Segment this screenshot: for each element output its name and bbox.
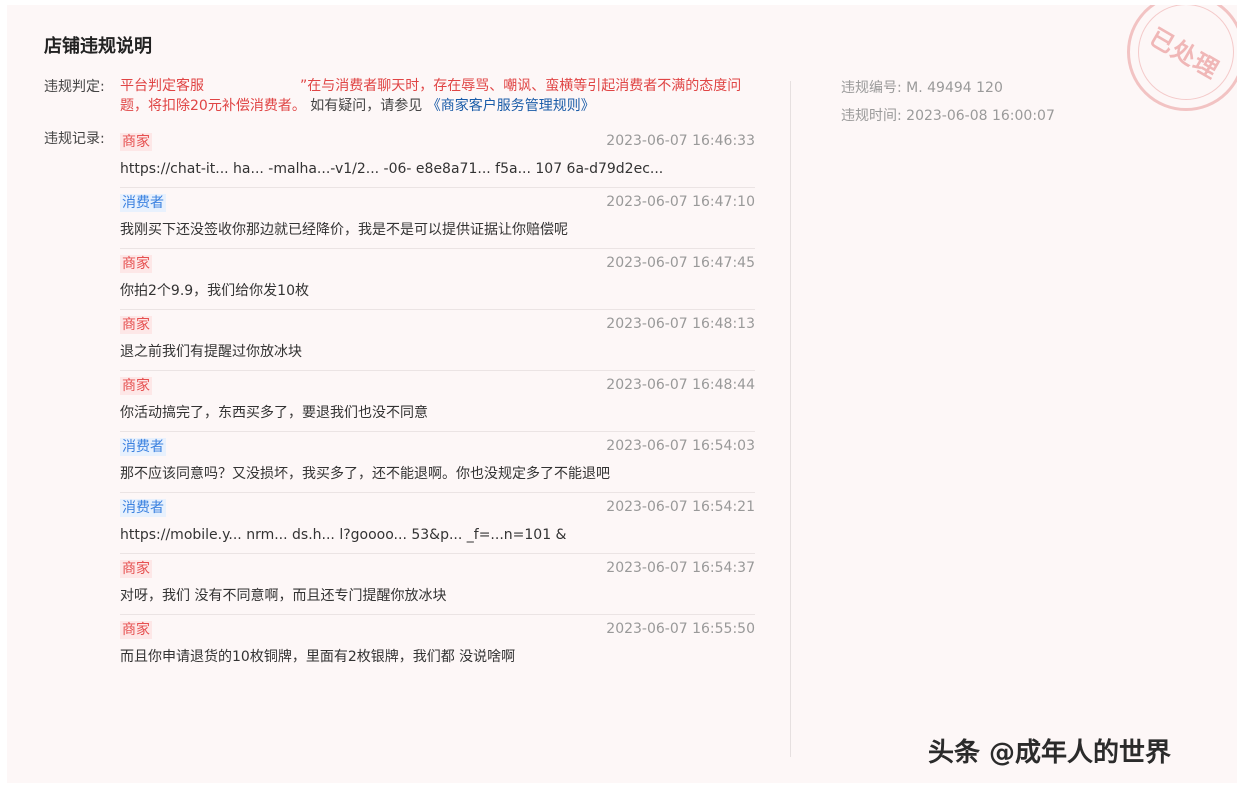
violation-id-label: 违规编号: xyxy=(841,80,902,96)
record-message[interactable]: https://mobile.y... nrm... ds.h... l?goo… xyxy=(120,525,755,545)
chat-record: 消费者 2023-06-07 16:54:03 那不应该同意吗？又没损坏，我买多… xyxy=(120,432,755,493)
source-watermark: 头条 @成年人的世界 xyxy=(928,738,1172,768)
role-badge-consumer: 消费者 xyxy=(120,438,166,456)
chat-record: 商家 2023-06-07 16:47:45 你拍2个9.9，我们给你发10枚 xyxy=(120,249,755,310)
record-message: 我刚买下还没签收你那边就已经降价，我是不是可以提供证据让你赔偿呢 xyxy=(120,222,568,238)
record-time: 2023-06-07 16:54:21 xyxy=(606,499,755,515)
role-badge-merchant: 商家 xyxy=(120,133,152,151)
page-title: 店铺违规说明 xyxy=(44,36,152,57)
verdict-red-text-1: 平台判定客服 xyxy=(120,78,204,94)
role-badge-consumer: 消费者 xyxy=(120,499,166,517)
processed-stamp: 已处理 xyxy=(1127,5,1237,111)
violation-time-label: 违规时间: xyxy=(841,108,902,124)
record-message: 退之前我们有提醒过你放冰块 xyxy=(120,344,302,360)
violation-id-value: M. 49494 120 xyxy=(906,80,1003,96)
chat-record: 商家 2023-06-07 16:54:37 对呀，我们 没有不同意啊，而且还专… xyxy=(120,554,755,615)
stamp-text: 已处理 xyxy=(1144,22,1224,85)
role-badge-merchant: 商家 xyxy=(120,316,152,334)
record-message: 那不应该同意吗？又没损坏，我买多了，还不能退啊。你也没规定多了不能退吧 xyxy=(120,466,610,482)
verdict-tail-text: 如有疑问，请参见 xyxy=(310,98,423,114)
violation-id: 违规编号: M. 49494 120 xyxy=(841,77,1003,97)
rule-link[interactable]: 《商家客户服务管理规则》 xyxy=(427,98,595,114)
chat-record: 商家 2023-06-07 16:48:13 退之前我们有提醒过你放冰块 xyxy=(120,310,755,371)
records-label: 违规记录: xyxy=(44,131,105,147)
role-badge-merchant: 商家 xyxy=(120,560,152,578)
record-time: 2023-06-07 16:46:33 xyxy=(606,133,755,149)
record-time: 2023-06-07 16:48:44 xyxy=(606,377,755,393)
chat-record: 消费者 2023-06-07 16:54:21 https://mobile.y… xyxy=(120,493,755,554)
role-badge-merchant: 商家 xyxy=(120,621,152,639)
column-divider xyxy=(790,81,791,757)
record-message: 对呀，我们 没有不同意啊，而且还专门提醒你放冰块 xyxy=(120,588,447,604)
chat-record: 消费者 2023-06-07 16:47:10 我刚买下还没签收你那边就已经降价… xyxy=(120,188,755,249)
chat-record: 商家 2023-06-07 16:48:44 你活动搞完了，东西买多了，要退我们… xyxy=(120,371,755,432)
record-time: 2023-06-07 16:55:50 xyxy=(606,621,755,637)
role-badge-merchant: 商家 xyxy=(120,377,152,395)
record-message[interactable]: https://chat-it... ha... -malha...-v1/2.… xyxy=(120,159,755,179)
record-time: 2023-06-07 16:48:13 xyxy=(606,316,755,332)
record-time: 2023-06-07 16:54:37 xyxy=(606,560,755,576)
violation-panel: 店铺违规说明 已处理 违规判定: 平台判定客服 ”在与消费者聊天时，存在辱骂、嘲讽… xyxy=(7,5,1237,783)
verdict-text: 平台判定客服 ”在与消费者聊天时，存在辱骂、嘲讽、蛮横等引起消费者不满的态度问题，… xyxy=(120,76,768,116)
violation-time-value: 2023-06-08 16:00:07 xyxy=(906,108,1055,124)
record-message: 而且你申请退货的10枚铜牌，里面有2枚银牌，我们都 没说啥啊 xyxy=(120,649,516,665)
chat-record: 商家 2023-06-07 16:55:50 而且你申请退货的10枚铜牌，里面有… xyxy=(120,615,755,675)
record-time: 2023-06-07 16:47:45 xyxy=(606,255,755,271)
chat-records: 商家 2023-06-07 16:46:33 https://chat-it..… xyxy=(120,127,755,675)
verdict-label: 违规判定: xyxy=(44,79,105,95)
record-message: 你活动搞完了，东西买多了，要退我们也没不同意 xyxy=(120,405,428,421)
violation-time: 违规时间: 2023-06-08 16:00:07 xyxy=(841,105,1055,125)
record-time: 2023-06-07 16:47:10 xyxy=(606,194,755,210)
record-time: 2023-06-07 16:54:03 xyxy=(606,438,755,454)
role-badge-merchant: 商家 xyxy=(120,255,152,273)
chat-record: 商家 2023-06-07 16:46:33 https://chat-it..… xyxy=(120,127,755,188)
record-message: 你拍2个9.9，我们给你发10枚 xyxy=(120,283,309,299)
role-badge-consumer: 消费者 xyxy=(120,194,166,212)
